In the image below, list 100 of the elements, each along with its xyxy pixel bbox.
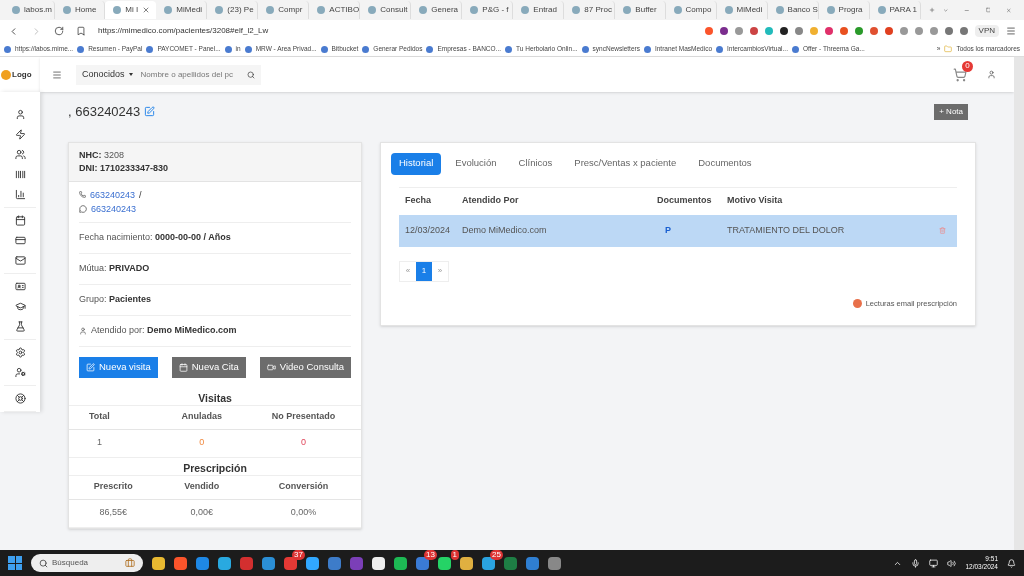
table-cell: 0	[300, 437, 306, 448]
search-field[interactable]: Nombre o apellidos del pc	[140, 64, 261, 85]
bookmark-icon[interactable]	[76, 26, 86, 36]
address-bar[interactable]: https://mimedico.com/pacientes/3208#elf_l2_Lw	[98, 25, 693, 37]
microphone-icon[interactable]	[911, 558, 921, 568]
tab[interactable]: Documentos	[690, 152, 760, 175]
browser-tab[interactable]: P&G - f	[462, 1, 514, 19]
flask-icon[interactable]	[14, 321, 26, 332]
tab-favicon-icon	[724, 6, 733, 14]
browser-tab[interactable]: PARA 1	[869, 1, 921, 19]
reload-icon[interactable]	[54, 26, 64, 36]
taskbar-app-icon[interactable]	[460, 556, 473, 570]
notifications-icon[interactable]	[1007, 558, 1016, 568]
settings-icon[interactable]	[14, 347, 26, 358]
nhc-text: NHC: 3208	[79, 148, 126, 162]
filter-dropdown[interactable]: Conocidos	[76, 64, 141, 85]
user-settings-icon[interactable]	[14, 367, 26, 378]
tab-favicon-icon	[215, 6, 224, 14]
taskbar-app-icon[interactable]	[394, 556, 407, 570]
column-header: Vendido	[183, 480, 221, 494]
browser-tab[interactable]: Consult	[360, 1, 412, 19]
new-tab-icon[interactable]	[928, 5, 935, 15]
tab[interactable]: Clínicos	[510, 152, 561, 175]
users-icon[interactable]	[14, 149, 26, 160]
taskbar-app-icon[interactable]	[438, 556, 451, 570]
page-button[interactable]: 1	[416, 261, 432, 281]
browser-tab[interactable]: ACTIBO	[309, 1, 361, 19]
start-icon[interactable]	[8, 556, 22, 570]
credit-card-icon[interactable]	[14, 235, 26, 246]
video-camera-icon	[266, 362, 276, 372]
phone-link[interactable]: 663240243	[90, 187, 136, 202]
whatsapp-link[interactable]: 663240243	[91, 201, 137, 216]
tab[interactable]: Evolución	[447, 152, 505, 175]
browser-tab[interactable]: Progra	[818, 1, 870, 19]
volume-icon[interactable]	[947, 558, 957, 568]
edit-icon[interactable]	[144, 106, 156, 118]
taskbar-app-icon[interactable]	[482, 556, 495, 570]
edit-icon	[86, 362, 95, 372]
briefcase-icon	[125, 558, 135, 568]
column-header: Motivo Visita	[727, 194, 784, 208]
separator-text: /	[139, 188, 142, 202]
lifebuoy-icon[interactable]	[14, 393, 26, 404]
browser-tab[interactable]: labos.m	[4, 1, 55, 19]
section-title: Visitas	[69, 389, 361, 406]
tab-favicon-icon	[521, 6, 530, 14]
menu-icon[interactable]	[1006, 26, 1016, 36]
browser-tab[interactable]: Compr	[258, 1, 310, 19]
calendar-icon[interactable]	[14, 215, 26, 226]
folder-icon	[944, 45, 953, 53]
vpn-button[interactable]: VPN	[974, 25, 999, 37]
patient-title: , 663240243	[68, 103, 141, 121]
logo[interactable]: Logo	[0, 57, 40, 92]
graduation-cap-icon[interactable]	[14, 301, 26, 312]
lightning-icon[interactable]	[14, 129, 26, 140]
close-icon[interactable]	[142, 6, 151, 14]
tab-favicon-icon	[877, 6, 886, 14]
taskbar-app-icon[interactable]	[218, 556, 231, 570]
action-button[interactable]: Nueva Cita	[171, 356, 246, 378]
bar-chart-icon[interactable]	[14, 189, 26, 200]
action-button[interactable]: Nueva visita	[79, 356, 158, 378]
browser-tab[interactable]: MiMedi	[156, 1, 208, 19]
user-icon[interactable]	[14, 109, 26, 120]
network-icon[interactable]	[929, 558, 939, 568]
scrollbar[interactable]	[1014, 57, 1024, 550]
browser-tab[interactable]: Mi I	[105, 1, 157, 19]
table-cell: 0	[199, 437, 205, 448]
browser-tab[interactable]: Banco S	[767, 1, 819, 19]
column-header: Total	[88, 410, 111, 424]
user-icon[interactable]	[987, 70, 996, 79]
tab-favicon-icon	[419, 6, 428, 14]
barcode-icon[interactable]	[14, 169, 26, 180]
tab[interactable]: Presc/Ventas x paciente	[566, 152, 685, 175]
browser-tab[interactable]: Genera	[411, 1, 463, 19]
tab-favicon-icon	[368, 6, 377, 14]
search-input[interactable]: Nombre o apellidos del pc	[140, 68, 241, 81]
search-field[interactable]: Búsqueda	[31, 554, 143, 572]
column-header: Documentos	[657, 194, 713, 208]
id-card-icon[interactable]	[14, 281, 26, 292]
taskbar-app-icon[interactable]	[306, 556, 319, 570]
browser-tab[interactable]: MiMedi	[716, 1, 768, 19]
column-header: Fecha	[405, 194, 432, 208]
mail-icon[interactable]	[14, 255, 26, 266]
cart-icon[interactable]	[953, 67, 967, 82]
taskbar-app-icon[interactable]	[372, 556, 385, 570]
browser-tab[interactable]: Buffer	[615, 1, 666, 19]
table-cell: 0,00%	[290, 507, 317, 518]
document-link[interactable]: P	[657, 223, 727, 238]
field-text: Fecha nacimiento: 0000-00-00 / Años	[79, 230, 231, 244]
search-icon[interactable]	[246, 70, 255, 79]
note-button[interactable]: + Nota	[934, 103, 968, 120]
tab[interactable]: Historial	[391, 152, 442, 175]
browser-tab[interactable]: 87 Proc	[564, 1, 616, 19]
browser-tab[interactable]: Compo	[665, 1, 717, 19]
browser-tab[interactable]: Entrad	[513, 1, 565, 19]
taskbar-app-icon[interactable]	[152, 556, 165, 570]
browser-tab[interactable]: (23) Pe	[207, 1, 259, 19]
tab-favicon-icon	[266, 6, 275, 14]
action-button[interactable]: Video Consulta	[259, 356, 351, 378]
table-row[interactable]: 12/03/2024 Demo MiMedico.com P TRATAMIENTO DEL DOLOR	[399, 214, 957, 247]
menu-icon[interactable]	[52, 69, 62, 80]
